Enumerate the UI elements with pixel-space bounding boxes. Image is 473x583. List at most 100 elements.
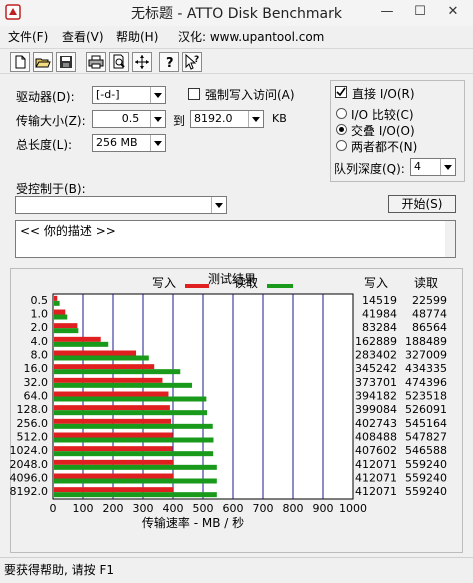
menu-file[interactable]: 文件(F) [8, 28, 48, 45]
x-tick-label: 500 [193, 502, 214, 515]
overlap-io-radio[interactable] [336, 124, 347, 135]
menu-help[interactable]: 帮助(H) [116, 28, 158, 45]
bar-write [54, 405, 170, 411]
bar-read [54, 328, 79, 334]
y-tick-label: 512.0 [17, 431, 49, 444]
chevron-down-icon[interactable] [248, 111, 263, 127]
write-value: 407602 [355, 444, 397, 457]
y-tick-label: 8192.0 [10, 485, 48, 498]
overlap-io-label: 交叠 I/O(O) [351, 124, 415, 138]
close-button[interactable]: ✕ [438, 0, 468, 24]
write-value: 408488 [355, 431, 397, 444]
transfer-unit-label: KB [272, 112, 287, 125]
io-compare-label: I/O 比较(C) [351, 108, 414, 122]
total-length-label: 总长度(L): [16, 138, 73, 152]
bar-read [54, 369, 181, 375]
minimize-button[interactable]: — [372, 0, 402, 24]
open-folder-icon[interactable] [33, 52, 53, 72]
menu-bar: 文件(F) 查看(V) 帮助(H) 汉化: www.upantool.com [0, 26, 473, 46]
read-value: 547827 [405, 431, 447, 444]
bar-write [54, 446, 173, 452]
drive-select[interactable]: [-d-] [92, 86, 166, 104]
read-value: 526091 [405, 403, 447, 416]
print-preview-icon[interactable] [109, 52, 129, 72]
bar-read [54, 478, 217, 484]
y-tick-label: 256.0 [17, 417, 49, 430]
x-tick-label: 900 [313, 502, 334, 515]
bar-read [54, 396, 207, 402]
checkmark-icon [336, 87, 346, 97]
bar-write [54, 295, 58, 301]
to-label: 到 [173, 114, 186, 128]
x-tick-label: 600 [223, 502, 244, 515]
controlled-by-select[interactable] [15, 196, 227, 214]
toolbar: ? ? [0, 48, 473, 74]
bar-write [54, 391, 169, 397]
new-file-icon[interactable] [10, 52, 30, 72]
print-icon[interactable] [86, 52, 106, 72]
bar-write [54, 418, 171, 424]
bar-write [54, 459, 174, 465]
maximize-button[interactable]: ☐ [405, 0, 435, 24]
bar-read [54, 423, 213, 429]
read-value: 474396 [405, 376, 447, 389]
description-textarea[interactable]: << 你的描述 >> [15, 220, 456, 258]
x-tick-label: 700 [253, 502, 274, 515]
write-value: 394182 [355, 390, 397, 403]
chevron-down-icon[interactable] [150, 135, 165, 151]
y-tick-label: 2.0 [31, 321, 49, 334]
chevron-down-icon[interactable] [440, 159, 455, 175]
menu-localization-credit: 汉化: www.upantool.com [178, 30, 325, 44]
description-scrollbar[interactable] [445, 221, 455, 257]
bar-read [54, 464, 217, 470]
read-value: 434335 [405, 362, 447, 375]
x-tick-label: 0 [50, 502, 57, 515]
x-tick-label: 800 [283, 502, 304, 515]
direct-io-checkbox[interactable] [335, 86, 347, 98]
total-length-select[interactable]: 256 MB [92, 134, 166, 152]
save-icon[interactable] [56, 52, 76, 72]
help-icon[interactable]: ? [159, 52, 179, 72]
bar-read [54, 382, 193, 388]
svg-text:?: ? [194, 55, 199, 65]
chevron-down-icon[interactable] [211, 197, 226, 213]
read-value: 545164 [405, 417, 447, 430]
window-title: 无标题 - ATTO Disk Benchmark [130, 6, 343, 22]
column-header-write: 写入 [364, 276, 388, 290]
y-tick-label: 0.5 [31, 294, 49, 307]
start-button[interactable]: 开始(S) [388, 195, 456, 213]
bar-write [54, 473, 174, 479]
y-tick-label: 2048.0 [10, 458, 48, 471]
move-icon[interactable] [132, 52, 152, 72]
results-chart: 测试结果写入 读取 写入 读取 0 100 200 300 400 500 600 700 800 90… [10, 271, 447, 530]
read-value: 86564 [412, 321, 447, 334]
x-tick-label: 1000 [339, 502, 367, 515]
write-value: 14519 [362, 294, 397, 307]
neither-radio[interactable] [336, 140, 347, 151]
drive-label: 驱动器(D): [16, 90, 75, 104]
transfer-size-to-select[interactable]: 8192.0 [190, 110, 264, 128]
y-tick-label: 16.0 [24, 362, 49, 375]
write-value: 83284 [362, 321, 397, 334]
queue-depth-select[interactable]: 4 [410, 158, 456, 176]
status-bar: 要获得帮助, 请按 F1 [0, 557, 473, 583]
read-value: 523518 [405, 390, 447, 403]
transfer-size-from-select[interactable]: 0.5 [92, 110, 166, 128]
force-write-checkbox[interactable] [188, 88, 200, 100]
write-value: 402743 [355, 417, 397, 430]
y-tick-label: 8.0 [31, 349, 49, 362]
context-help-icon[interactable]: ? [182, 52, 202, 72]
read-value: 546588 [405, 444, 447, 457]
chevron-down-icon[interactable] [150, 87, 165, 103]
bar-write [54, 432, 173, 438]
bar-read [54, 314, 68, 320]
menu-view[interactable]: 查看(V) [62, 28, 104, 45]
write-value: 412071 [355, 485, 397, 498]
io-compare-radio[interactable] [336, 108, 347, 119]
y-tick-label: 1024.0 [10, 444, 48, 457]
y-tick-label: 32.0 [24, 376, 49, 389]
bar-read [54, 410, 208, 416]
legend-write-swatch [185, 284, 209, 288]
bar-write [54, 309, 66, 315]
chevron-down-icon[interactable] [150, 111, 165, 127]
